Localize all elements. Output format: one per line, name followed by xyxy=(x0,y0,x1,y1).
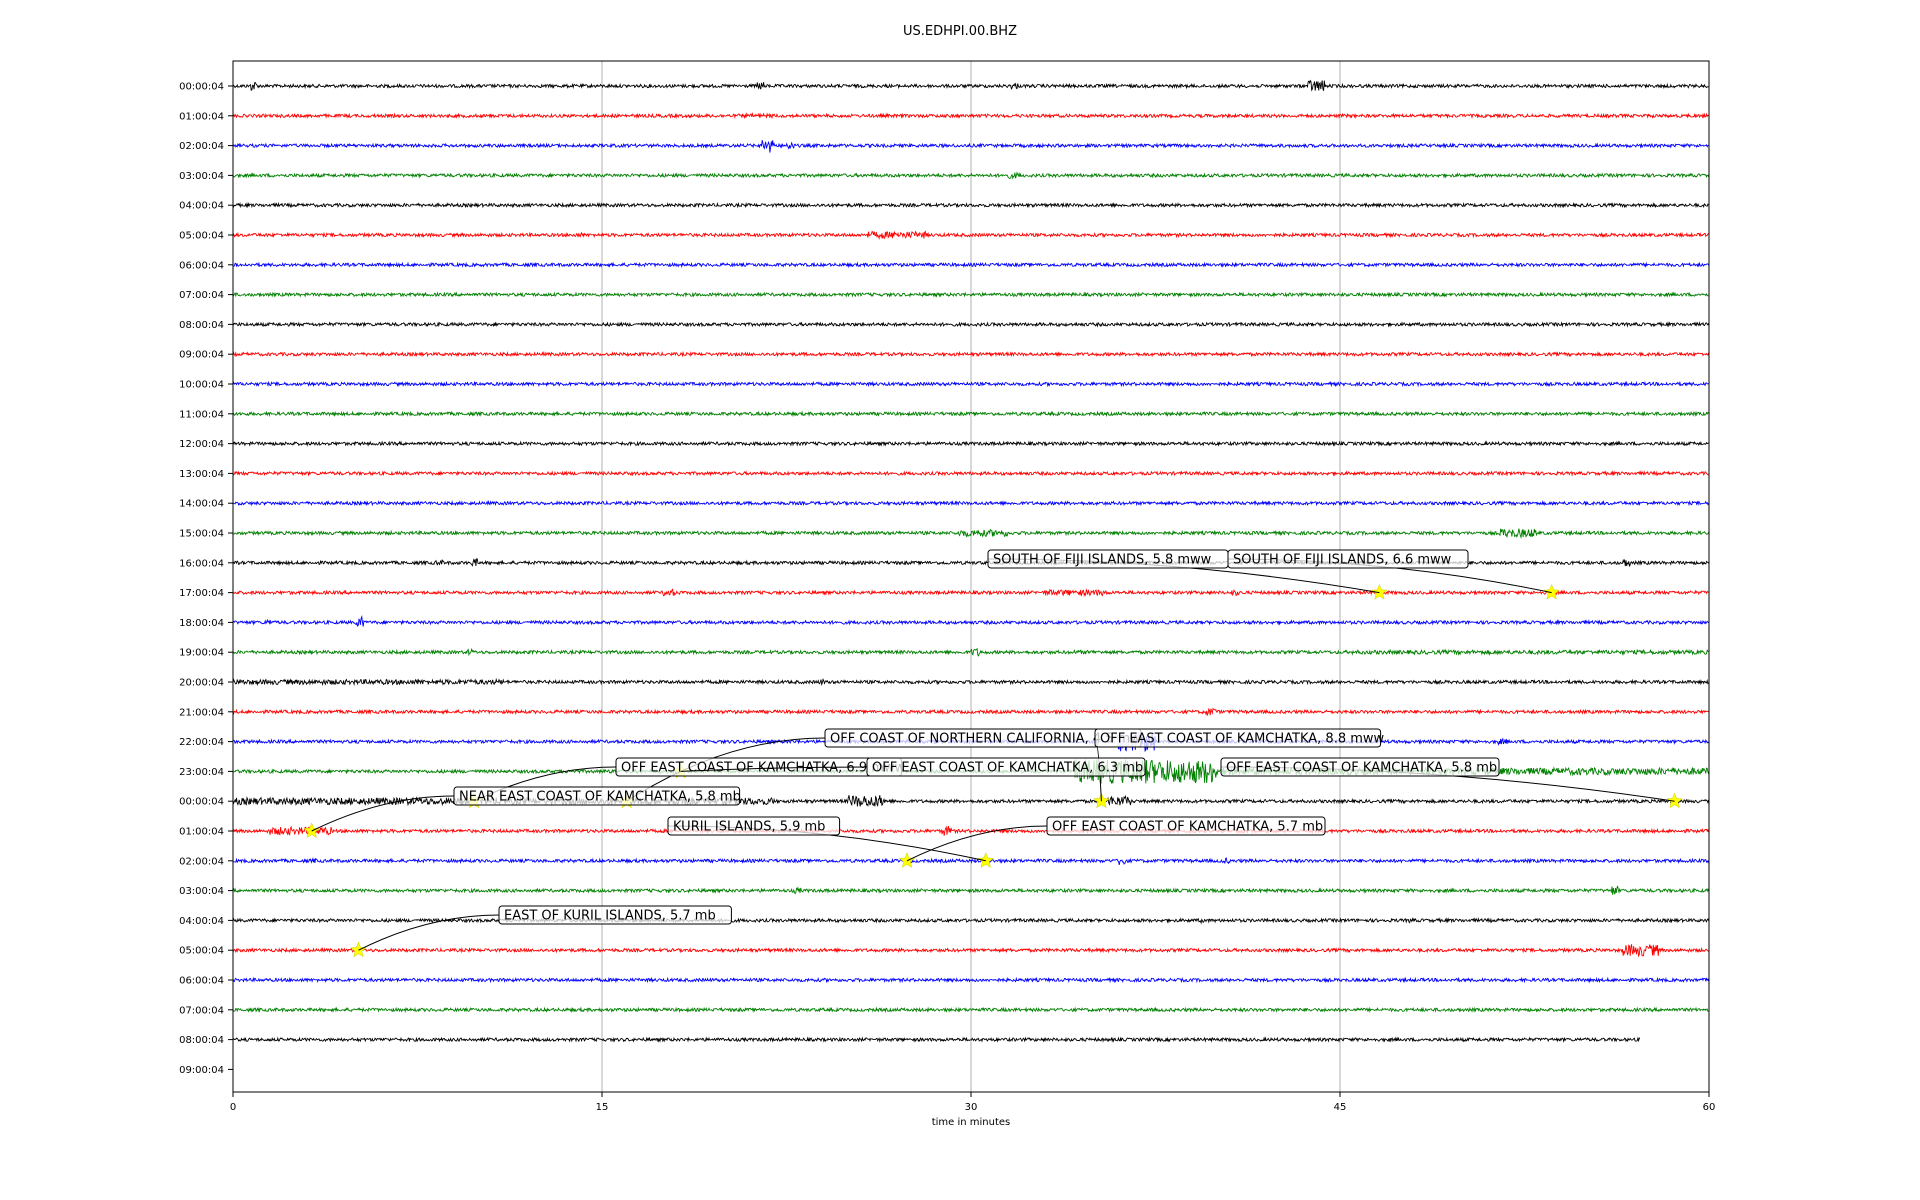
y-tick-label: 01:00:04 xyxy=(179,827,224,838)
y-tick-label: 22:00:04 xyxy=(179,737,224,748)
y-tick-label: 13:00:04 xyxy=(179,469,224,480)
y-tick-label: 23:00:04 xyxy=(179,767,224,778)
seismic-trace xyxy=(232,1036,1641,1043)
y-tick-label: 08:00:04 xyxy=(179,320,224,331)
event-label: OFF EAST COAST OF KAMCHATKA, 5.8 mb xyxy=(1226,761,1497,776)
y-tick-label: 16:00:04 xyxy=(179,558,224,569)
y-tick-label: 20:00:04 xyxy=(179,678,224,689)
x-tick-labels: 0 15 30 45 60 xyxy=(230,1092,1716,1113)
y-tick-label: 21:00:04 xyxy=(179,707,224,718)
y-tick-label: 03:00:04 xyxy=(179,171,224,182)
y-tick-label: 17:00:04 xyxy=(179,588,224,599)
y-tick-label: 00:00:04 xyxy=(179,82,224,93)
y-tick-label: 05:00:04 xyxy=(179,231,224,242)
y-tick-labels: 00:00:04 01:00:04 02:00:04 03:00:04 04:00:04… xyxy=(179,82,233,1076)
x-tick-label: 0 xyxy=(230,1102,236,1113)
y-tick-label: 12:00:04 xyxy=(179,439,224,450)
event-label: OFF EAST COAST OF KAMCHATKA, 5.7 mb xyxy=(1052,820,1323,835)
x-tick-label: 30 xyxy=(965,1102,978,1113)
y-tick-label: 06:00:04 xyxy=(179,976,224,987)
y-tick-label: 15:00:04 xyxy=(179,529,224,540)
y-tick-label: 01:00:04 xyxy=(179,111,224,122)
y-tick-label: 11:00:04 xyxy=(179,409,224,420)
x-tick-label: 15 xyxy=(596,1102,609,1113)
x-tick-label: 60 xyxy=(1703,1102,1716,1113)
y-tick-label: 19:00:04 xyxy=(179,648,224,659)
event-label: SOUTH OF FIJI ISLANDS, 6.6 mww xyxy=(1233,553,1452,568)
helicorder-plot: US.EDHPI.00.BHZ SOUTH OF FIJI ISLANDS, 5… xyxy=(179,24,1716,1128)
event-label: SOUTH OF FIJI ISLANDS, 5.8 mww xyxy=(993,553,1212,568)
grid-lines xyxy=(601,61,1341,1092)
y-tick-label: 00:00:04 xyxy=(179,797,224,808)
event-star-marker xyxy=(898,852,916,868)
y-tick-label: 07:00:04 xyxy=(179,290,224,301)
x-axis-label: time in minutes xyxy=(932,1117,1011,1128)
event-star-marker xyxy=(303,822,320,839)
y-tick-label: 04:00:04 xyxy=(179,201,224,212)
y-tick-label: 05:00:04 xyxy=(179,946,224,957)
event-label: KURIL ISLANDS, 5.9 mb xyxy=(673,820,825,835)
y-tick-label: 14:00:04 xyxy=(179,499,224,510)
y-tick-label: 10:00:04 xyxy=(179,380,224,391)
event-label: NEAR EAST COAST OF KAMCHATKA, 5.8 mb xyxy=(459,790,741,805)
y-tick-label: 09:00:04 xyxy=(179,1065,224,1076)
y-tick-label: 07:00:04 xyxy=(179,1005,224,1016)
y-tick-label: 02:00:04 xyxy=(179,141,224,152)
chart-title: US.EDHPI.00.BHZ xyxy=(903,24,1017,39)
y-tick-label: 02:00:04 xyxy=(179,856,224,867)
event-label: OFF EAST COAST OF KAMCHATKA, 6.3 mb xyxy=(872,761,1143,776)
event-star-marker xyxy=(350,941,367,958)
event-label: EAST OF KURIL ISLANDS, 5.7 mb xyxy=(504,909,716,924)
x-tick-label: 45 xyxy=(1334,1102,1347,1113)
y-tick-label: 06:00:04 xyxy=(179,260,224,271)
y-tick-label: 04:00:04 xyxy=(179,916,224,927)
event-label: OFF EAST COAST OF KAMCHATKA, 8.8 mww xyxy=(1100,732,1385,747)
y-tick-label: 08:00:04 xyxy=(179,1035,224,1046)
y-tick-label: 03:00:04 xyxy=(179,886,224,897)
y-tick-label: 09:00:04 xyxy=(179,350,224,361)
y-tick-label: 18:00:04 xyxy=(179,618,224,629)
